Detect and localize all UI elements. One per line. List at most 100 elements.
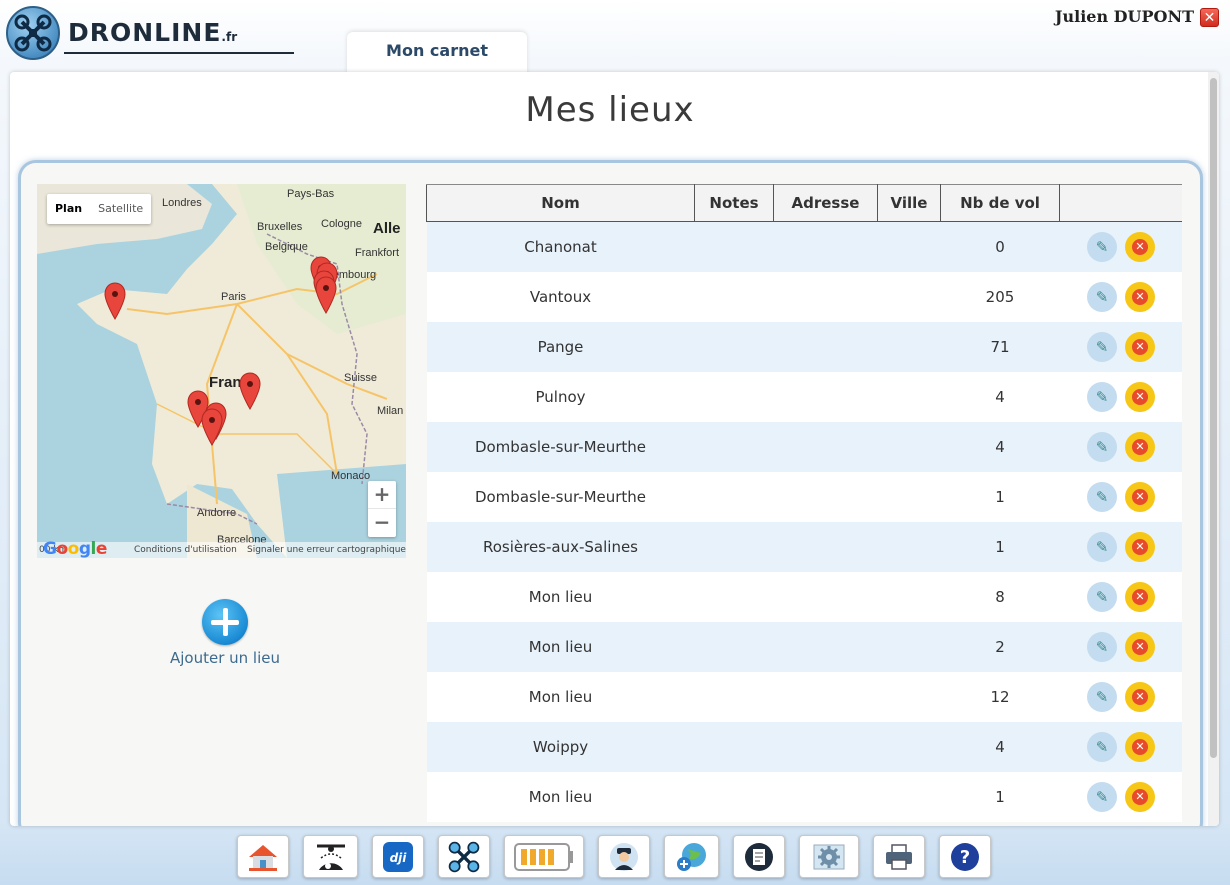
map-label-andorre: Andorre <box>197 507 237 519</box>
pencil-icon[interactable]: ✎ <box>1087 331 1117 362</box>
cell-ville <box>877 771 941 822</box>
column-header-nb-de-vol[interactable]: Nb de vol <box>940 184 1060 222</box>
settings-button[interactable] <box>799 835 859 878</box>
cell-ville <box>877 371 941 422</box>
cell-actions: ✎ ✕ <box>1059 371 1182 422</box>
print-button[interactable] <box>873 835 925 878</box>
delete-icon[interactable]: ✕ <box>1125 581 1155 612</box>
pencil-icon[interactable]: ✎ <box>1087 281 1117 312</box>
table-row[interactable]: Mon lieu 8 ✎ ✕ <box>426 571 1182 622</box>
cell-notes <box>694 371 774 422</box>
pencil-icon[interactable]: ✎ <box>1087 431 1117 462</box>
cell-adresse <box>773 321 878 372</box>
zoom-out-button[interactable]: − <box>368 509 396 536</box>
map-pin-icon[interactable] <box>315 276 337 314</box>
delete-icon[interactable]: ✕ <box>1125 281 1155 312</box>
delete-icon[interactable]: ✕ <box>1125 231 1155 262</box>
table-row[interactable]: Rosières-aux-Salines 1 ✎ ✕ <box>426 521 1182 572</box>
delete-icon[interactable]: ✕ <box>1125 381 1155 412</box>
pencil-icon[interactable]: ✎ <box>1087 631 1117 662</box>
scrollbar[interactable] <box>1208 72 1219 826</box>
cell-notes <box>694 771 774 822</box>
map-pin-icon[interactable] <box>239 372 261 410</box>
delete-icon[interactable]: ✕ <box>1125 431 1155 462</box>
logo-underline <box>64 52 294 54</box>
map-label-suisse: Suisse <box>344 372 378 384</box>
table-row[interactable]: Pange 71 ✎ ✕ <box>426 321 1182 372</box>
add-location-icon <box>676 842 706 871</box>
drone-button[interactable] <box>438 835 490 878</box>
map-pin-icon[interactable] <box>104 282 126 320</box>
column-header-adresse[interactable]: Adresse <box>773 184 878 222</box>
cell-notes <box>694 421 774 472</box>
svg-text:dji: dji <box>390 851 408 865</box>
pilot-icon <box>610 842 638 871</box>
cell-ville <box>877 421 941 472</box>
table-row[interactable]: Mon lieu 1 ✎ ✕ <box>426 771 1182 822</box>
cell-nom: Chanonat <box>426 221 695 272</box>
pencil-icon[interactable]: ✎ <box>1087 381 1117 412</box>
delete-icon[interactable]: ✕ <box>1125 331 1155 362</box>
pencil-icon[interactable]: ✎ <box>1087 781 1117 812</box>
add-place-action[interactable]: Ajouter un lieu <box>160 599 290 667</box>
table-row[interactable]: Pulnoy 4 ✎ ✕ <box>426 371 1182 422</box>
column-header-nom[interactable]: Nom <box>426 184 695 222</box>
pencil-icon[interactable]: ✎ <box>1087 731 1117 762</box>
add-place-label[interactable]: Ajouter un lieu <box>160 649 290 667</box>
delete-icon[interactable]: ✕ <box>1125 481 1155 512</box>
table-row[interactable]: Mon lieu 12 ✎ ✕ <box>426 671 1182 722</box>
table-row[interactable]: Vantoux 205 ✎ ✕ <box>426 271 1182 322</box>
pencil-icon[interactable]: ✎ <box>1087 581 1117 612</box>
pencil-icon[interactable]: ✎ <box>1087 681 1117 712</box>
cell-adresse <box>773 271 878 322</box>
brand-logo[interactable]: DRONLINE.fr <box>6 6 294 60</box>
places-map[interactable]: Pays-Bas Londres Bruxelles Cologne Alle … <box>37 184 406 558</box>
user-name[interactable]: Julien DUPONT <box>1055 7 1194 26</box>
map-pin-icon[interactable] <box>201 408 223 446</box>
table-row[interactable]: Woippy 4 ✎ ✕ <box>426 721 1182 772</box>
scrollbar-thumb[interactable] <box>1210 78 1217 758</box>
flight-button[interactable] <box>303 835 358 878</box>
battery-button[interactable] <box>504 835 584 878</box>
home-button[interactable] <box>237 835 289 878</box>
zoom-in-button[interactable]: + <box>368 481 396 509</box>
cell-notes <box>694 221 774 272</box>
delete-icon[interactable]: ✕ <box>1125 631 1155 662</box>
add-location-button[interactable] <box>664 835 719 878</box>
pencil-icon[interactable]: ✎ <box>1087 531 1117 562</box>
battery-icon <box>514 842 573 871</box>
column-header-notes[interactable]: Notes <box>694 184 774 222</box>
google-logo: Google <box>43 539 107 558</box>
table-row[interactable]: Dombasle-sur-Meurthe 4 ✎ ✕ <box>426 421 1182 472</box>
table-header-row: Nom Notes Adresse Ville Nb de vol <box>426 184 1182 222</box>
map-label-belgique: Belgique <box>265 241 308 253</box>
logout-button[interactable]: ✕ <box>1200 8 1219 27</box>
tab-mon-carnet[interactable]: Mon carnet <box>347 32 527 74</box>
cell-adresse <box>773 521 878 572</box>
map-report-link[interactable]: Signaler une erreur cartographique <box>247 542 406 558</box>
map-terms-link[interactable]: Conditions d'utilisation <box>134 542 237 558</box>
cell-nom: Mon lieu <box>426 771 695 822</box>
delete-icon[interactable]: ✕ <box>1125 681 1155 712</box>
dji-button[interactable]: dji <box>372 835 424 878</box>
pilot-button[interactable] <box>598 835 650 878</box>
delete-icon[interactable]: ✕ <box>1125 731 1155 762</box>
map-label-londres: Londres <box>162 197 202 209</box>
cell-nom: Mon lieu <box>426 671 695 722</box>
plus-circle-icon[interactable] <box>202 599 248 645</box>
cell-nb-vol: 8 <box>940 571 1060 622</box>
table-row[interactable]: Dombasle-sur-Meurthe 1 ✎ ✕ <box>426 471 1182 522</box>
delete-icon[interactable]: ✕ <box>1125 781 1155 812</box>
help-button[interactable]: ? <box>939 835 991 878</box>
pencil-icon[interactable]: ✎ <box>1087 231 1117 262</box>
delete-icon[interactable]: ✕ <box>1125 531 1155 562</box>
pencil-icon[interactable]: ✎ <box>1087 481 1117 512</box>
table-row[interactable]: Mon lieu 2 ✎ ✕ <box>426 621 1182 672</box>
table-row[interactable]: Chanonat 0 ✎ ✕ <box>426 221 1182 272</box>
cell-ville <box>877 471 941 522</box>
map-type-satellite-button[interactable]: Satellite <box>90 194 151 224</box>
column-header-ville[interactable]: Ville <box>877 184 941 222</box>
cell-adresse <box>773 221 878 272</box>
checklist-button[interactable] <box>733 835 785 878</box>
map-type-plan-button[interactable]: Plan <box>47 194 90 224</box>
